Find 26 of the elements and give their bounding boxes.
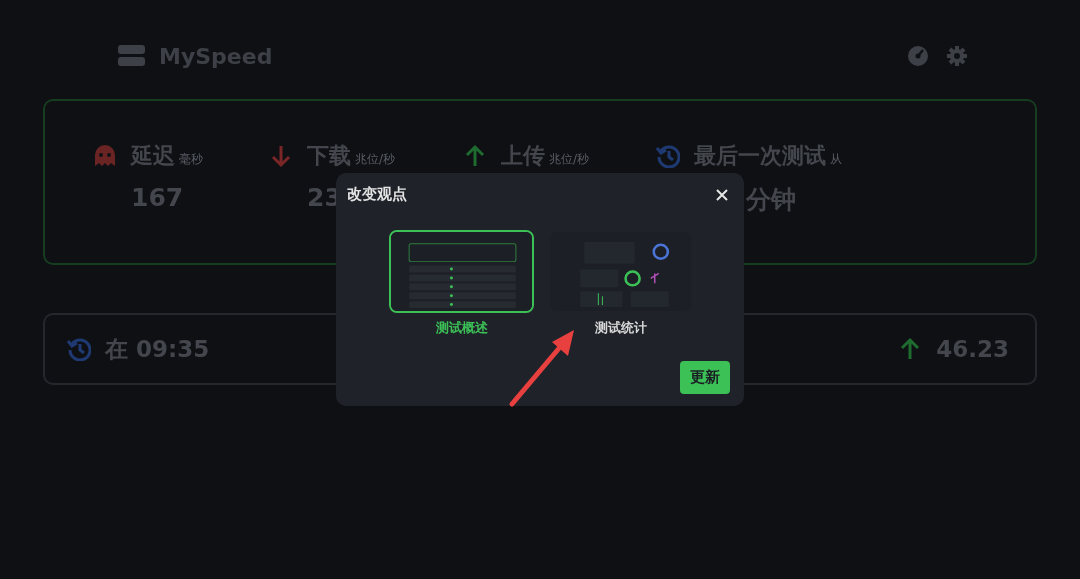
upload-value: 46.23 <box>936 336 1009 362</box>
ghost-icon <box>93 144 117 168</box>
stat-unit: 毫秒 <box>179 150 203 168</box>
history-icon <box>656 144 680 168</box>
stat-unit: 兆位/秒 <box>355 150 396 168</box>
stat-label: 上传 <box>501 142 545 170</box>
option-label: 测试统计 <box>594 319 647 337</box>
arrow-down-icon <box>269 144 293 168</box>
arrow-up-icon <box>463 144 487 168</box>
close-button[interactable] <box>714 186 730 203</box>
stat-unit: 从 <box>830 150 842 168</box>
settings-icon[interactable] <box>946 45 968 67</box>
stat-value: 分钟 <box>746 184 796 216</box>
gauge-icon[interactable] <box>907 45 929 67</box>
stat-label: 最后一次测试 <box>694 142 826 170</box>
test-time: 在 09:35 <box>105 334 210 364</box>
dialog-title: 改变观点 <box>347 185 407 204</box>
history-icon <box>67 337 91 361</box>
option-label: 测试概述 <box>435 319 488 337</box>
server-icon <box>118 45 145 67</box>
close-icon <box>716 188 728 201</box>
stat-label: 下载 <box>307 142 351 170</box>
stat-unit: 兆位/秒 <box>549 150 590 168</box>
update-button[interactable]: 更新 <box>680 361 730 394</box>
stat-label: 延迟 <box>131 142 175 170</box>
stat-value: 167 <box>131 183 184 212</box>
